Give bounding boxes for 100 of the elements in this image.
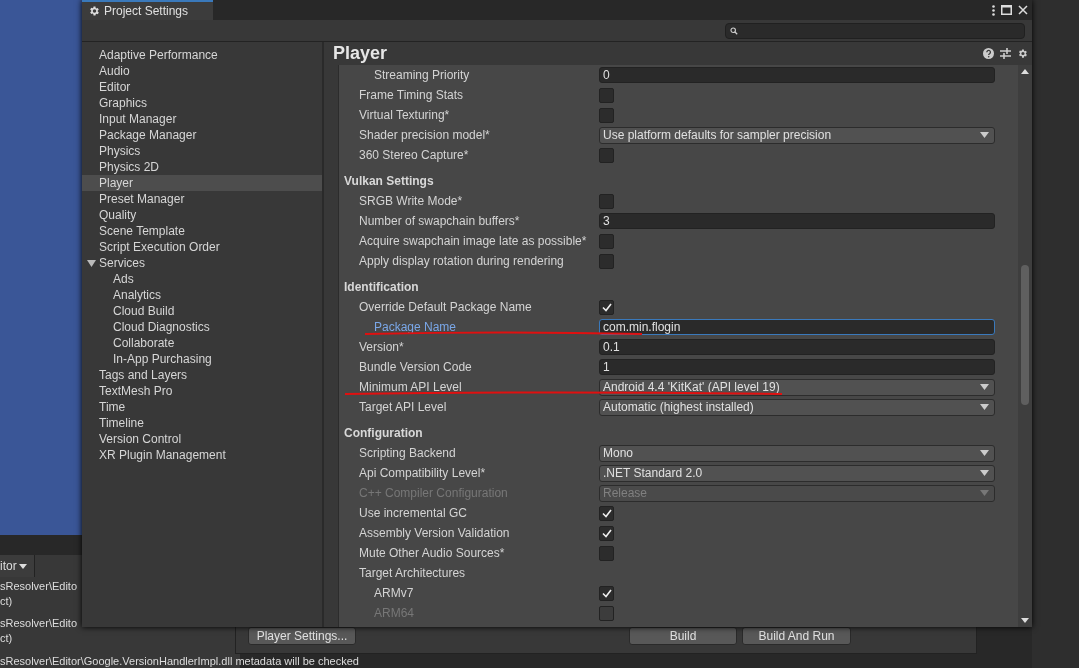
sliders-icon[interactable]: [1000, 48, 1011, 59]
setting-label: Assembly Version Validation: [358, 526, 511, 540]
checkbox[interactable]: [599, 545, 614, 561]
sidebar-item[interactable]: TextMesh Pro: [82, 383, 322, 399]
setting-label: Streaming Priority: [373, 68, 471, 82]
sidebar-item[interactable]: Graphics: [82, 95, 322, 111]
sidebar-item[interactable]: Timeline: [82, 415, 322, 431]
more-icon[interactable]: [992, 4, 995, 16]
sidebar-item[interactable]: Analytics: [82, 287, 322, 303]
scrollbar[interactable]: [1018, 65, 1032, 627]
setting-label: Shader precision model*: [358, 128, 491, 142]
dropdown[interactable]: Mono: [599, 444, 995, 462]
checkbox[interactable]: [599, 585, 614, 601]
expand-arrow-icon[interactable]: [87, 259, 96, 267]
setting-label: Number of swapchain buffers*: [358, 214, 521, 228]
sidebar-item[interactable]: Scene Template: [82, 223, 322, 239]
maximize-icon[interactable]: [1001, 5, 1012, 15]
console-line: ct): [0, 632, 13, 645]
scroll-up-icon[interactable]: [1021, 69, 1029, 74]
checkbox[interactable]: [599, 107, 614, 123]
setting-label: Acquire swapchain image late as possible*: [358, 234, 588, 248]
checkbox[interactable]: [599, 299, 614, 315]
checkbox[interactable]: [599, 233, 614, 249]
sidebar-item[interactable]: Player: [82, 175, 322, 191]
setting-label: Scripting Backend: [358, 446, 457, 460]
sidebar-item[interactable]: Tags and Layers: [82, 367, 322, 383]
panel-title: Player: [333, 43, 388, 64]
checkbox[interactable]: [599, 147, 614, 163]
sidebar-item[interactable]: XR Plugin Management: [82, 447, 322, 463]
setting-label: ARMv7: [373, 586, 415, 600]
window-tab[interactable]: Project Settings: [82, 0, 213, 20]
text-field[interactable]: 3: [599, 213, 995, 229]
setting-label: Frame Timing Stats: [358, 88, 465, 102]
gear-icon: [88, 5, 100, 17]
text-field[interactable]: 0: [599, 67, 995, 83]
help-icon[interactable]: [983, 48, 994, 59]
sidebar-item[interactable]: Script Execution Order: [82, 239, 322, 255]
sidebar-item[interactable]: Collaborate: [82, 335, 322, 351]
scroll-down-icon[interactable]: [1021, 618, 1029, 623]
sidebar-item[interactable]: Ads: [82, 271, 322, 287]
dropdown[interactable]: Automatic (highest installed): [599, 398, 995, 416]
caret-icon: [980, 404, 989, 410]
text-field[interactable]: com.min.flogin: [599, 319, 995, 335]
sidebar-item[interactable]: Cloud Build: [82, 303, 322, 319]
checkbox[interactable]: [599, 87, 614, 103]
setting-label: Use incremental GC: [358, 506, 469, 520]
dropdown[interactable]: .NET Standard 2.0: [599, 464, 995, 482]
caret-icon: [18, 563, 27, 569]
caret-icon: [980, 132, 989, 138]
section-header: Configuration: [344, 425, 424, 442]
sidebar-item[interactable]: Services: [82, 255, 322, 271]
setting-label: Target Architectures: [358, 566, 467, 580]
sidebar-item[interactable]: Quality: [82, 207, 322, 223]
sidebar-item[interactable]: Physics 2D: [82, 159, 322, 175]
search-icon: [730, 26, 738, 35]
sidebar-item[interactable]: Version Control: [82, 431, 322, 447]
setting-label: Virtual Texturing*: [358, 108, 451, 122]
sidebar-item[interactable]: In-App Purchasing: [82, 351, 322, 367]
caret-icon: [980, 450, 989, 456]
checkbox[interactable]: [599, 193, 614, 209]
checkbox[interactable]: [599, 253, 614, 269]
sidebar-item[interactable]: Preset Manager: [82, 191, 322, 207]
sidebar-item[interactable]: Adaptive Performance: [82, 47, 322, 63]
dropdown[interactable]: Android 4.4 'KitKat' (API level 19): [599, 378, 995, 396]
build-button[interactable]: Build And Run: [742, 627, 851, 645]
checkbox[interactable]: [599, 505, 614, 521]
text-field[interactable]: 0.1: [599, 339, 995, 355]
section-header: Identification: [344, 279, 420, 296]
check-icon: [601, 528, 612, 538]
build-button[interactable]: Player Settings...: [248, 627, 356, 645]
check-icon: [601, 508, 612, 518]
sidebar-item[interactable]: Time: [82, 399, 322, 415]
check-icon: [601, 302, 612, 312]
build-button[interactable]: Build: [629, 627, 737, 645]
console-line: sResolver\Edito: [0, 580, 78, 593]
sidebar-item[interactable]: Editor: [82, 79, 322, 95]
setting-label: Bundle Version Code: [358, 360, 473, 374]
search-field[interactable]: [725, 22, 1025, 39]
close-icon[interactable]: [1018, 5, 1028, 15]
console-tab[interactable]: itor: [0, 555, 35, 577]
setting-label: Apply display rotation during rendering: [358, 254, 565, 268]
scrollbar-thumb[interactable]: [1021, 265, 1029, 405]
caret-icon: [980, 490, 989, 496]
section-header: Vulkan Settings: [344, 173, 435, 190]
caret-icon: [980, 470, 989, 476]
sidebar-item[interactable]: Cloud Diagnostics: [82, 319, 322, 335]
setting-label: Minimum API Level: [358, 380, 463, 394]
setting-label: Api Compatibility Level*: [358, 466, 487, 480]
dropdown[interactable]: Use platform defaults for sampler precision: [599, 126, 995, 144]
setting-label: Version*: [358, 340, 405, 354]
sidebar-item[interactable]: Physics: [82, 143, 322, 159]
sidebar-item[interactable]: Audio: [82, 63, 322, 79]
setting-label: Package Name: [373, 320, 458, 334]
sidebar-item[interactable]: Input Manager: [82, 111, 322, 127]
setting-label: Override Default Package Name: [358, 300, 533, 314]
console-line: sResolver\Editor\Google.VersionHandlerImpl.dll metadata will be checked: [0, 655, 359, 668]
checkbox[interactable]: [599, 525, 614, 541]
text-field[interactable]: 1: [599, 359, 995, 375]
sidebar-item[interactable]: Package Manager: [82, 127, 322, 143]
settings-icon[interactable]: [1017, 48, 1028, 59]
